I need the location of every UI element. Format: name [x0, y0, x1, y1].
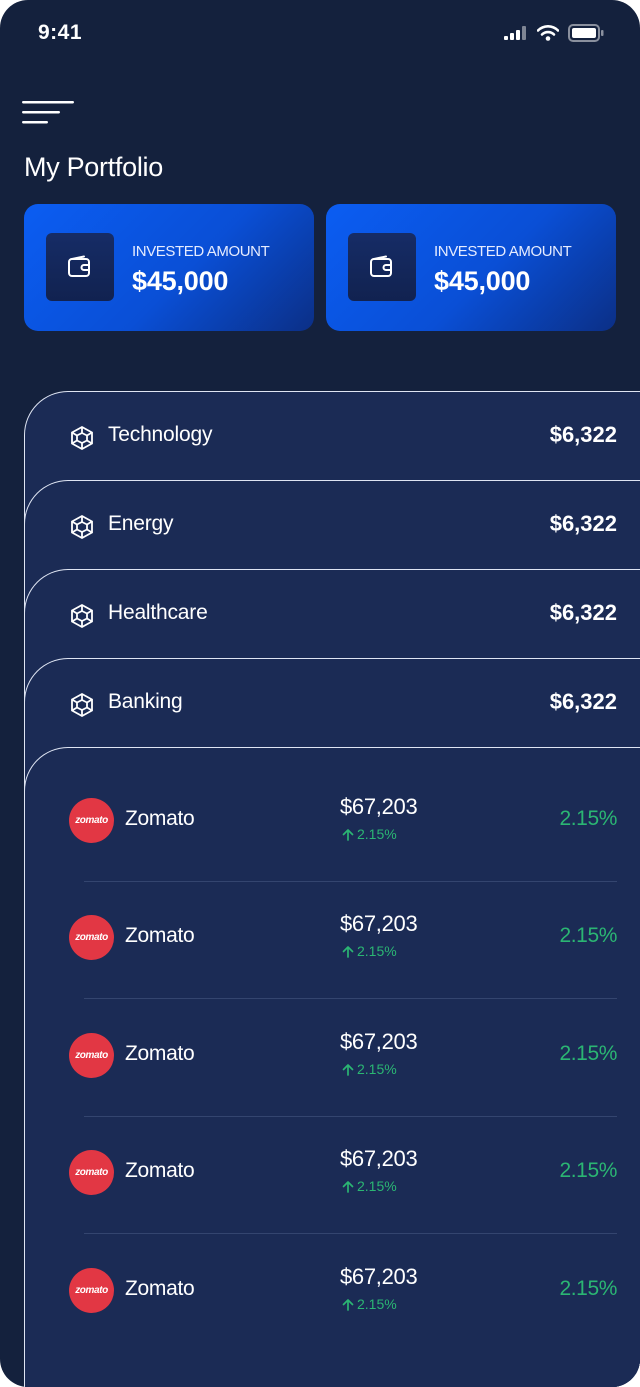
stock-price: $67,203: [340, 911, 418, 936]
app-screen: 9:41 My Portfolio INVESTED AMOUNT $45,00…: [0, 0, 640, 1387]
invested-amount-card[interactable]: INVESTED AMOUNT $45,000: [326, 204, 616, 331]
network-hub-icon: [69, 514, 95, 545]
status-icons: [504, 24, 604, 42]
page-title: My Portfolio: [24, 152, 163, 182]
stock-price: $67,203: [340, 1264, 418, 1289]
sector-name: Healthcare: [108, 601, 208, 624]
stock-delta-value: 2.15%: [357, 1296, 397, 1312]
stock-name: Zomato: [125, 1042, 195, 1065]
stock-name: Zomato: [125, 924, 195, 947]
network-hub-icon: [69, 692, 95, 723]
zomato-logo: zomato: [69, 1268, 114, 1313]
wallet-icon: [46, 233, 114, 301]
sector-value: $6,322: [549, 511, 617, 536]
stock-price: $67,203: [340, 1146, 418, 1171]
arrow-up-icon: [342, 1298, 354, 1311]
stock-change: 2.15%: [559, 1159, 617, 1182]
sector-row: Banking $6,322: [25, 659, 640, 749]
card-label: INVESTED AMOUNT: [132, 243, 270, 260]
stock-delta-value: 2.15%: [357, 826, 397, 842]
network-hub-icon: [69, 425, 95, 456]
arrow-up-icon: [342, 1063, 354, 1076]
sector-value: $6,322: [549, 689, 617, 714]
stock-change: 2.15%: [559, 807, 617, 830]
stock-delta-value: 2.15%: [357, 1061, 397, 1077]
card-value: $45,000: [434, 266, 531, 296]
stock-delta: 2.15%: [342, 943, 397, 959]
card-value: $45,000: [132, 266, 229, 296]
stock-name: Zomato: [125, 1159, 195, 1182]
wallet-icon: [348, 233, 416, 301]
stock-name: Zomato: [125, 807, 195, 830]
stock-delta-value: 2.15%: [357, 943, 397, 959]
stock-delta-value: 2.15%: [357, 1178, 397, 1194]
stock-list-panel: zomato Zomato $67,203 2.15% 2.15% zomato…: [24, 747, 640, 1387]
stock-row[interactable]: zomato Zomato $67,203 2.15% 2.15%: [25, 883, 640, 1000]
zomato-logo: zomato: [69, 1150, 114, 1195]
stock-delta: 2.15%: [342, 826, 397, 842]
sector-value: $6,322: [549, 422, 617, 447]
stock-delta: 2.15%: [342, 1178, 397, 1194]
stock-row[interactable]: zomato Zomato $67,203 2.15% 2.15%: [25, 1118, 640, 1235]
invested-amount-card[interactable]: INVESTED AMOUNT $45,000: [24, 204, 314, 331]
sector-row: Healthcare $6,322: [25, 570, 640, 660]
divider: [84, 998, 617, 999]
stock-price: $67,203: [340, 1029, 418, 1054]
arrow-up-icon: [342, 1180, 354, 1193]
zomato-logo: zomato: [69, 1033, 114, 1078]
zomato-logo: zomato: [69, 798, 114, 843]
sector-row: Energy $6,322: [25, 481, 640, 571]
stock-delta: 2.15%: [342, 1061, 397, 1077]
arrow-up-icon: [342, 945, 354, 958]
cellular-signal-icon: [504, 26, 528, 40]
stock-row[interactable]: zomato Zomato $67,203 2.15% 2.15%: [25, 1001, 640, 1118]
sector-name: Technology: [108, 423, 213, 446]
stock-price: $67,203: [340, 794, 418, 819]
wifi-icon: [537, 25, 559, 41]
stock-row[interactable]: zomato Zomato $67,203 2.15% 2.15%: [25, 766, 640, 883]
stock-delta: 2.15%: [342, 1296, 397, 1312]
status-bar: 9:41: [0, 0, 640, 70]
hamburger-menu-icon[interactable]: [22, 98, 76, 128]
status-time: 9:41: [38, 21, 83, 44]
network-hub-icon: [69, 603, 95, 634]
sector-value: $6,322: [549, 600, 617, 625]
stock-name: Zomato: [125, 1277, 195, 1300]
divider: [84, 1233, 617, 1234]
sector-row: Technology $6,322: [25, 392, 640, 482]
card-label: INVESTED AMOUNT: [434, 243, 572, 260]
sector-name: Banking: [108, 690, 183, 713]
divider: [84, 1116, 617, 1117]
battery-icon: [568, 24, 604, 42]
stock-change: 2.15%: [559, 1042, 617, 1065]
stock-row[interactable]: zomato Zomato $67,203 2.15% 2.15%: [25, 1236, 640, 1353]
stock-change: 2.15%: [559, 1277, 617, 1300]
zomato-logo: zomato: [69, 915, 114, 960]
stock-change: 2.15%: [559, 924, 617, 947]
sector-name: Energy: [108, 512, 174, 535]
divider: [84, 881, 617, 882]
arrow-up-icon: [342, 828, 354, 841]
